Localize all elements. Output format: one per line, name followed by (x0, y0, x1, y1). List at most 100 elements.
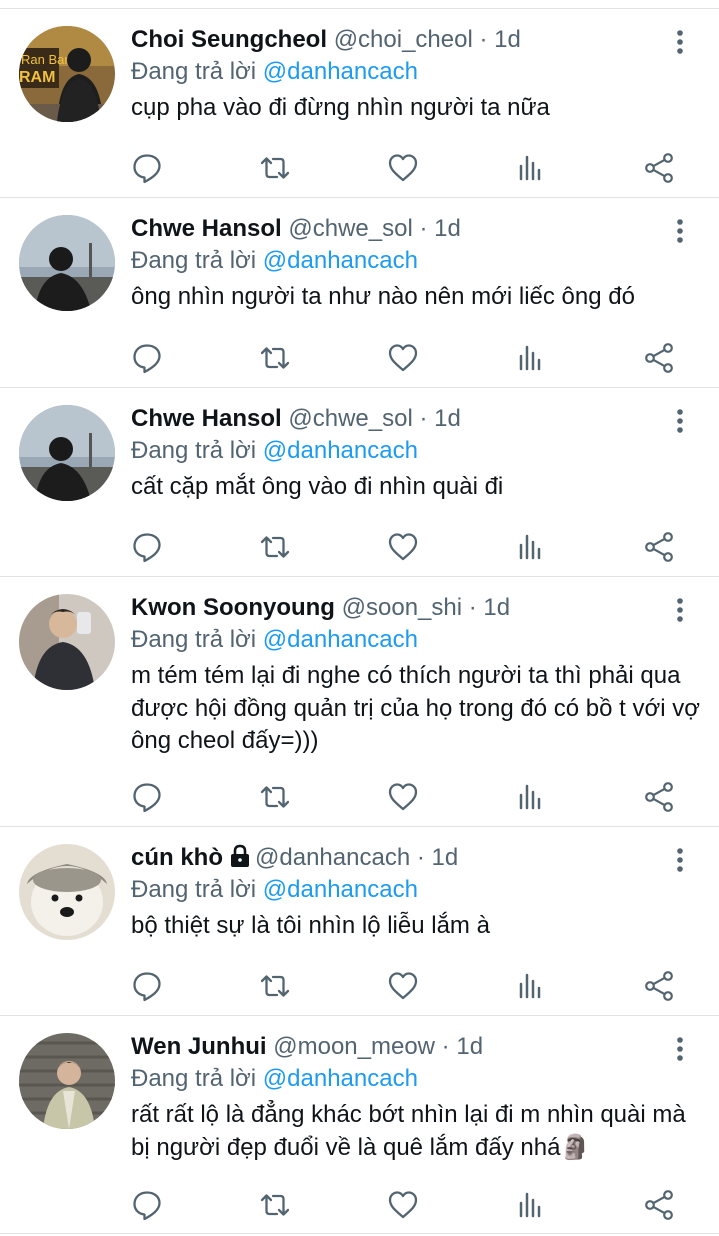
heart-icon[interactable] (386, 969, 420, 1003)
user-handle[interactable]: @moon_meow (273, 1033, 435, 1060)
share-icon[interactable] (642, 780, 676, 814)
reply-prefix: Đang trả lời (131, 247, 257, 274)
reply-tweet[interactable]: Ran Bar RAM Choi Seungcheol @choi_cheol … (0, 8, 719, 197)
timestamp[interactable]: 1d (432, 844, 459, 871)
display-name[interactable]: Chwe Hansol (131, 405, 282, 432)
timestamp[interactable]: 1d (434, 405, 461, 432)
replying-to: Đang trả lời @danhancach (131, 624, 418, 656)
share-icon[interactable] (642, 1188, 676, 1222)
analytics-icon[interactable] (514, 1188, 548, 1222)
reply-tweet[interactable]: Wen Junhui @moon_meow · 1d Đang trả lời … (0, 1015, 719, 1234)
user-handle[interactable]: @danhancach (255, 844, 410, 871)
display-name[interactable]: Kwon Soonyoung (131, 594, 335, 621)
user-handle[interactable]: @choi_cheol (334, 26, 473, 53)
replying-to: Đang trả lời @danhancach (131, 1063, 418, 1095)
heart-icon[interactable] (386, 341, 420, 375)
avatar[interactable] (19, 405, 115, 501)
reply-icon[interactable] (130, 530, 164, 564)
more-options-icon[interactable] (668, 406, 692, 436)
heart-icon[interactable] (386, 530, 420, 564)
reply-icon[interactable] (130, 341, 164, 375)
retweet-icon[interactable] (258, 969, 292, 1003)
timestamp[interactable]: 1d (434, 215, 461, 242)
analytics-icon[interactable] (514, 780, 548, 814)
separator-dot: · (419, 405, 428, 432)
display-name[interactable]: cún khò (131, 844, 223, 871)
more-options-icon[interactable] (668, 27, 692, 57)
display-name[interactable]: Choi Seungcheol (131, 26, 327, 53)
svg-text:Ran Bar: Ran Bar (21, 52, 69, 67)
analytics-icon[interactable] (514, 530, 548, 564)
retweet-icon[interactable] (258, 1188, 292, 1222)
mention-link[interactable]: @danhancach (263, 58, 418, 85)
tweet-text: m tém tém lại đi nghe có thích người ta … (131, 662, 700, 754)
share-icon[interactable] (642, 969, 676, 1003)
replying-to: Đang trả lời @danhancach (131, 874, 418, 906)
analytics-icon[interactable] (514, 341, 548, 375)
mention-link[interactable]: @danhancach (263, 437, 418, 464)
action-bar (0, 1188, 719, 1222)
tweet-text: bộ thiệt sự là tôi nhìn lộ liễu lắm à (131, 912, 490, 939)
replying-to: Đang trả lời @danhancach (131, 245, 418, 277)
avatar[interactable]: Ran Bar RAM (19, 26, 115, 122)
timestamp[interactable]: 1d (494, 26, 521, 53)
action-bar (0, 151, 719, 185)
mention-link[interactable]: @danhancach (263, 876, 418, 903)
retweet-icon[interactable] (258, 530, 292, 564)
user-handle[interactable]: @chwe_sol (288, 215, 412, 242)
share-icon[interactable] (642, 530, 676, 564)
mention-link[interactable]: @danhancach (263, 1065, 418, 1092)
user-handle[interactable]: @chwe_sol (288, 405, 412, 432)
mention-link[interactable]: @danhancach (263, 247, 418, 274)
heart-icon[interactable] (386, 780, 420, 814)
reply-prefix: Đang trả lời (131, 437, 257, 464)
separator-dot: · (468, 594, 477, 621)
display-name[interactable]: Chwe Hansol (131, 215, 282, 242)
reply-icon[interactable] (130, 780, 164, 814)
more-options-icon[interactable] (668, 595, 692, 625)
reply-icon[interactable] (130, 969, 164, 1003)
heart-icon[interactable] (386, 1188, 420, 1222)
reply-tweet[interactable]: Kwon Soonyoung @soon_shi · 1d Đang trả l… (0, 576, 719, 826)
analytics-icon[interactable] (514, 969, 548, 1003)
share-icon[interactable] (642, 341, 676, 375)
separator-dot: · (419, 215, 428, 242)
reply-tweet[interactable]: Chwe Hansol @chwe_sol · 1d Đang trả lời … (0, 387, 719, 576)
replying-to: Đang trả lời @danhancach (131, 56, 418, 88)
avatar[interactable] (19, 844, 115, 940)
reply-prefix: Đang trả lời (131, 1065, 257, 1092)
reply-tweet[interactable]: cún khò @danhancach · 1d Đang trả lời @da… (0, 826, 719, 1015)
more-options-icon[interactable] (668, 845, 692, 875)
share-icon[interactable] (642, 151, 676, 185)
separator-dot: · (441, 1033, 450, 1060)
timestamp[interactable]: 1d (456, 1033, 483, 1060)
separator-dot: · (416, 844, 425, 871)
reply-icon[interactable] (130, 151, 164, 185)
timestamp[interactable]: 1d (483, 594, 510, 621)
svg-text:RAM: RAM (19, 69, 55, 86)
reply-feed: Ran Bar RAM Choi Seungcheol @choi_cheol … (0, 0, 719, 1236)
user-handle[interactable]: @soon_shi (342, 594, 462, 621)
retweet-icon[interactable] (258, 341, 292, 375)
action-bar (0, 341, 719, 375)
heart-icon[interactable] (386, 151, 420, 185)
more-options-icon[interactable] (668, 216, 692, 246)
reply-prefix: Đang trả lời (131, 876, 257, 903)
retweet-icon[interactable] (258, 780, 292, 814)
reply-prefix: Đang trả lời (131, 626, 257, 653)
reply-tweet[interactable]: Chwe Hansol @chwe_sol · 1d Đang trả lời … (0, 197, 719, 387)
avatar[interactable] (19, 215, 115, 311)
avatar[interactable] (19, 1033, 115, 1129)
analytics-icon[interactable] (514, 151, 548, 185)
reply-icon[interactable] (130, 1188, 164, 1222)
tweet-text: cất cặp mắt ông vào đi nhìn quài đi (131, 473, 504, 500)
retweet-icon[interactable] (258, 151, 292, 185)
tweet-text: rất rất lộ là đẳng khác bớt nhìn lại đi … (131, 1101, 686, 1161)
action-bar (0, 780, 719, 814)
action-bar (0, 530, 719, 564)
mention-link[interactable]: @danhancach (263, 626, 418, 653)
display-name[interactable]: Wen Junhui (131, 1033, 267, 1060)
more-options-icon[interactable] (668, 1034, 692, 1064)
avatar[interactable] (19, 594, 115, 690)
lock-icon (231, 844, 250, 867)
